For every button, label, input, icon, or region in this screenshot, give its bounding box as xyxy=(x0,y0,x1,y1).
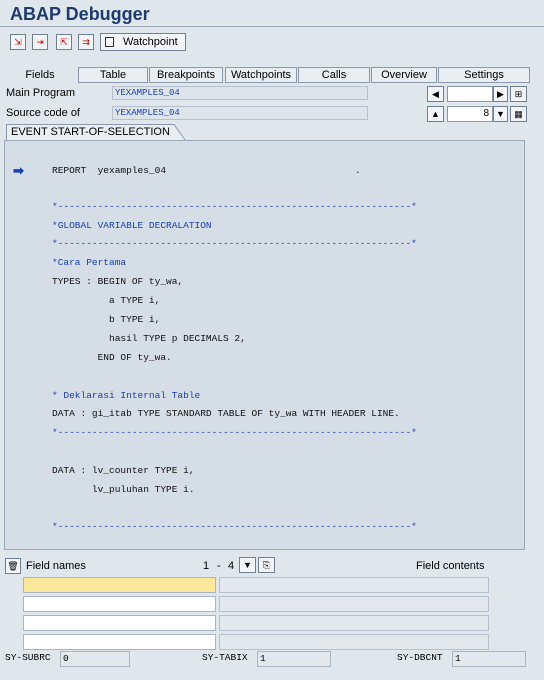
execute-button[interactable]: ⇥ xyxy=(32,34,48,50)
trash-icon[interactable]: 🗑 xyxy=(5,558,21,574)
tab-watchpoints[interactable]: Watchpoints xyxy=(225,67,297,83)
field-content xyxy=(219,634,489,650)
code-line: TYPES : BEGIN OF ty_wa, xyxy=(52,276,184,287)
code-line: *---------------------------------------… xyxy=(52,201,417,212)
sy-dbcnt-value: 1 xyxy=(452,651,526,667)
code-line: a TYPE i, xyxy=(52,295,161,306)
code-line: . xyxy=(355,165,361,176)
scroll-right-button[interactable]: ▶ xyxy=(493,86,508,102)
expand-icon[interactable]: ⊞ xyxy=(510,86,527,102)
code-line: DATA : gi_itab TYPE STANDARD TABLE OF ty… xyxy=(52,408,400,419)
tab-fields[interactable]: Fields xyxy=(4,67,76,83)
continue-button[interactable]: ⇉ xyxy=(78,34,94,50)
tab-breakpoints[interactable]: Breakpoints xyxy=(149,67,223,83)
sy-subrc-value: 0 xyxy=(60,651,130,667)
field-contents-label: Field contents xyxy=(416,560,485,572)
event-tab-label: EVENT START-OF-SELECTION xyxy=(11,126,170,138)
code-line: *Cara Pertama xyxy=(52,257,127,268)
field-name-input[interactable] xyxy=(23,615,216,631)
tab-settings[interactable]: Settings xyxy=(438,67,530,83)
grid-icon[interactable]: ▦ xyxy=(510,106,527,122)
page-icon[interactable]: ⎘ xyxy=(258,557,275,573)
code-line: REPORT yexamples_04 xyxy=(52,165,167,176)
field-name-input[interactable] xyxy=(23,596,216,612)
code-line: *GLOBAL VARIABLE DECRALATION xyxy=(52,220,212,231)
tab-overview[interactable]: Overview xyxy=(371,67,437,83)
code-line: * Deklarasi Internal Table xyxy=(52,390,201,401)
scroll-left-button[interactable]: ◀ xyxy=(427,86,444,102)
scroll-down-button[interactable]: ▼ xyxy=(493,106,508,122)
code-line: *---------------------------------------… xyxy=(52,427,417,438)
sy-tabix-value: 1 xyxy=(257,651,331,667)
main-program-field: YEXAMPLES_04 xyxy=(112,86,368,100)
field-content xyxy=(219,577,489,593)
code-line: *---------------------------------------… xyxy=(52,521,417,532)
field-names-label: Field names xyxy=(26,560,86,572)
code-line: b TYPE i, xyxy=(52,314,161,325)
source-code-label: Source code of xyxy=(6,107,80,119)
code-line: *---------------------------------------… xyxy=(52,238,417,249)
return-button[interactable]: ⇱ xyxy=(56,34,72,50)
sy-tabix-label: SY-TABIX xyxy=(202,652,248,663)
code-line: END OF ty_wa. xyxy=(52,352,172,363)
document-icon xyxy=(105,37,114,47)
line-number-input[interactable]: 8 xyxy=(447,106,493,122)
code-line: lv_puluhan TYPE i. xyxy=(52,484,195,495)
main-program-label: Main Program xyxy=(6,87,76,99)
position-input[interactable] xyxy=(447,86,493,102)
range-to: 4 xyxy=(228,560,235,572)
range-from: 1 xyxy=(203,560,210,572)
field-content xyxy=(219,596,489,612)
title-divider xyxy=(0,26,544,27)
code-line: DATA : lv_counter TYPE i, xyxy=(52,465,195,476)
source-code-area[interactable]: ➡ REPORT yexamples_04 . *---------------… xyxy=(4,140,525,550)
tab-table[interactable]: Table xyxy=(78,67,148,83)
step-into-button[interactable]: ⇲ xyxy=(10,34,26,50)
watchpoint-button[interactable]: Watchpoint xyxy=(100,33,186,51)
watchpoint-label: Watchpoint xyxy=(123,36,178,48)
scroll-up-button[interactable]: ▲ xyxy=(427,106,444,122)
page-title: ABAP Debugger xyxy=(10,4,150,24)
range-separator: - xyxy=(217,560,221,572)
code-line: hasil TYPE p DECIMALS 2, xyxy=(52,333,246,344)
current-line-arrow-icon: ➡ xyxy=(13,163,24,178)
source-code-field: YEXAMPLES_04 xyxy=(112,106,368,120)
field-content xyxy=(219,615,489,631)
tab-calls[interactable]: Calls xyxy=(298,67,370,83)
sy-dbcnt-label: SY-DBCNT xyxy=(397,652,443,663)
sy-subrc-label: SY-SUBRC xyxy=(5,652,51,663)
field-name-input[interactable] xyxy=(23,634,216,650)
range-dropdown-button[interactable]: ▼ xyxy=(239,557,256,573)
field-name-input[interactable] xyxy=(23,577,216,593)
